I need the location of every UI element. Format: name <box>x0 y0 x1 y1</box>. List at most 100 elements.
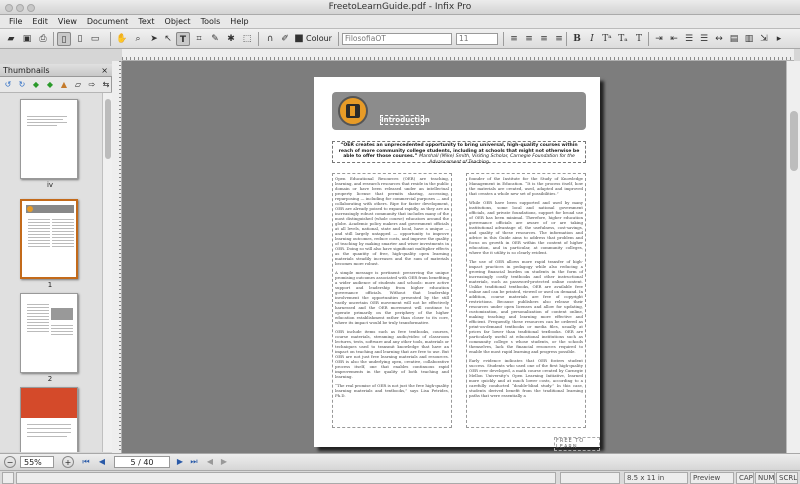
scroll-thumb[interactable] <box>105 99 111 159</box>
first-page-icon[interactable]: ⏮ <box>80 456 92 468</box>
zoom-window-button[interactable] <box>27 4 35 12</box>
page-thumbnail[interactable] <box>20 99 78 179</box>
print-icon[interactable]: ⎙ <box>36 32 50 46</box>
more-icon[interactable]: ▸ <box>772 32 786 46</box>
next-page-icon[interactable]: ▶ <box>174 456 186 468</box>
align-center-icon[interactable]: ≡ <box>522 32 536 46</box>
font-size-field[interactable]: 11 <box>456 33 498 45</box>
vertical-scrollbar[interactable] <box>786 61 800 453</box>
colour-label[interactable]: Colour <box>306 33 332 45</box>
page-thumbnail-selected[interactable] <box>20 199 78 279</box>
zoom-out-icon[interactable]: − <box>4 456 16 468</box>
superscript-icon[interactable]: Tᵃ <box>600 32 614 46</box>
menu-edit[interactable]: Edit <box>27 15 53 29</box>
previous-page-icon[interactable]: ◀ <box>96 456 108 468</box>
section-banner: Introduction <box>332 92 586 130</box>
colour-swatch-icon[interactable]: ■ <box>292 32 306 46</box>
indent-icon[interactable]: ⇥ <box>652 32 666 46</box>
thumbnail-label: 2 <box>47 375 53 383</box>
align-left-icon[interactable]: ≡ <box>507 32 521 46</box>
quote-attribution: Marshall (Mike) Smith, Visiting Scholar,… <box>419 154 575 165</box>
page-thumbnail[interactable] <box>20 293 78 373</box>
select-arrow-icon[interactable]: ➤ <box>147 32 161 46</box>
page-footer[interactable]: FREE TO LEARN <box>554 437 600 451</box>
thumbnails-scrollbar[interactable] <box>102 93 112 452</box>
zoom-icon[interactable]: ⌕ <box>131 32 145 46</box>
document-page[interactable]: Introduction “OER creates an unprecedent… <box>314 77 600 451</box>
italic-icon[interactable]: I <box>585 32 599 46</box>
subscript-icon[interactable]: Tₐ <box>616 32 630 46</box>
main-toolbar: ▰ ▣ ⎙ ▯ ▯ ▭ ✋ ⌕ ➤ ↖ T ⌗ ✎ ✱ ⬚ ∩ ✐ ■ Colo… <box>0 29 800 49</box>
page-icon[interactable]: ▱ <box>72 79 84 91</box>
small-caps-icon[interactable]: T <box>632 32 646 46</box>
body-paragraph: While OER have been supported and used b… <box>469 200 583 255</box>
outdent-icon[interactable]: ⇤ <box>667 32 681 46</box>
eyedropper-icon[interactable]: ✐ <box>278 32 292 46</box>
save-icon[interactable]: ▣ <box>20 32 34 46</box>
document-canvas[interactable]: Introduction “OER creates an unprecedent… <box>122 61 794 453</box>
navigation-bar: − 55% + ⏮ ◀ 5 / 40 ▶ ⏭ ◀ ▶ <box>0 453 800 470</box>
close-window-button[interactable] <box>5 4 13 12</box>
page-thumbnail[interactable] <box>20 387 78 452</box>
text-tool-icon[interactable]: T <box>176 32 190 46</box>
quote-text-frame[interactable]: “OER creates an unprecedented opportunit… <box>332 141 586 165</box>
zoom-in-icon[interactable]: + <box>62 456 74 468</box>
menu-help[interactable]: Help <box>225 15 253 29</box>
page-field[interactable]: 5 / 40 <box>114 456 170 468</box>
scroll-indicator: SCRL <box>776 472 798 484</box>
last-page-icon[interactable]: ⏭ <box>188 456 200 468</box>
menu-document[interactable]: Document <box>82 15 133 29</box>
insert-page-icon[interactable]: ◆ <box>30 79 42 91</box>
minimize-window-button[interactable] <box>16 4 24 12</box>
menu-file[interactable]: File <box>4 15 27 29</box>
font-name-field[interactable]: FilosofiaOT <box>342 33 452 45</box>
justify-icon[interactable]: ≡ <box>552 32 566 46</box>
caps-indicator: CAP <box>736 472 754 484</box>
close-icon[interactable]: × <box>101 64 108 77</box>
section-title[interactable]: Introduction <box>380 115 430 125</box>
thumbnail-list: iv 1 2 <box>0 93 102 452</box>
object-select-icon[interactable]: ↖ <box>161 32 175 46</box>
single-page-view-icon[interactable]: ▯ <box>57 32 71 46</box>
align-right-icon[interactable]: ≡ <box>537 32 551 46</box>
move-down-icon[interactable]: ◆ <box>44 79 56 91</box>
kerning-icon[interactable]: ↔ <box>712 32 726 46</box>
stamp-icon[interactable]: ✱ <box>224 32 238 46</box>
pan-hand-icon[interactable]: ✋ <box>115 32 129 46</box>
image-icon[interactable]: ⬚ <box>240 32 254 46</box>
body-paragraph: “The real promise of OER is not just the… <box>335 383 449 398</box>
link-icon[interactable]: ∩ <box>263 32 277 46</box>
menu-view[interactable]: View <box>53 15 82 29</box>
back-icon[interactable]: ◀ <box>204 456 216 468</box>
zoom-field[interactable]: 55% <box>20 456 54 468</box>
flow-icon[interactable]: ⇲ <box>757 32 771 46</box>
rotate-right-icon[interactable]: ↻ <box>16 79 28 91</box>
scroll-thumb[interactable] <box>790 111 798 171</box>
forward-icon[interactable]: ▶ <box>218 456 230 468</box>
fit-page-icon[interactable]: ▭ <box>88 32 102 46</box>
replace-icon[interactable]: ⇆ <box>100 79 112 91</box>
bold-icon[interactable]: B <box>570 32 584 46</box>
thumbnails-toolbar: ↺↻◆◆▲▱⇨⇆✖ <box>0 77 112 103</box>
menu-tools[interactable]: Tools <box>196 15 226 29</box>
extract-icon[interactable]: ▲ <box>58 79 70 91</box>
menu-object[interactable]: Object <box>160 15 196 29</box>
open-folder-icon[interactable]: ▰ <box>4 32 18 46</box>
mode-indicator: Preview <box>690 472 734 484</box>
shapes-icon[interactable]: ✎ <box>208 32 222 46</box>
right-text-column[interactable]: founder of the Institute for the Study o… <box>466 173 586 428</box>
columns-icon[interactable]: ▥ <box>742 32 756 46</box>
export-icon[interactable]: ⇨ <box>86 79 98 91</box>
para-spacing-icon[interactable]: ☰ <box>697 32 711 46</box>
num-indicator: NUM <box>755 472 775 484</box>
left-text-column[interactable]: Open Educational Resources (OER) are tea… <box>332 173 452 428</box>
two-page-view-icon[interactable]: ▯ <box>73 32 87 46</box>
rotate-icon[interactable]: ↺ <box>2 79 14 91</box>
vertical-ruler <box>112 61 122 453</box>
menu-text[interactable]: Text <box>133 15 159 29</box>
crop-icon[interactable]: ⌗ <box>192 32 206 46</box>
line-spacing-icon[interactable]: ☰ <box>682 32 696 46</box>
body-paragraph: Open Educational Resources (OER) are tea… <box>335 176 450 266</box>
text-frame-icon[interactable]: ▤ <box>727 32 741 46</box>
body-paragraph: OER include items such as free textbooks… <box>335 329 449 379</box>
